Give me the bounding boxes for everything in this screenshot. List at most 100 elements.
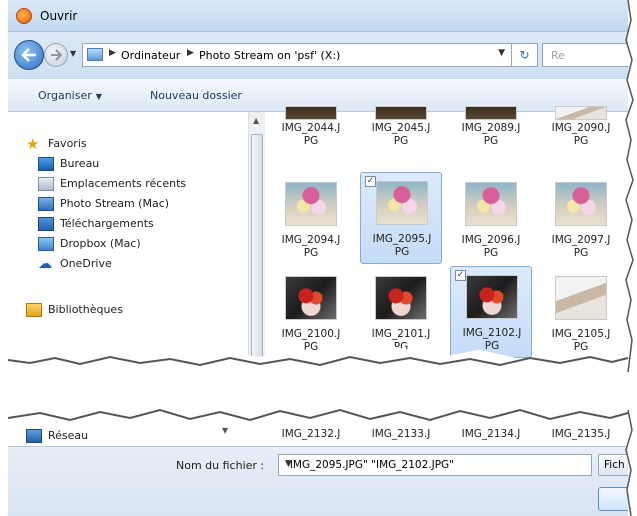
file-name: IMG_2094.J PG [281,234,341,259]
nav-item-label: Téléchargements [60,217,154,230]
file-name-panel: Nom du fichier : "IMG_2095.JPG" "IMG_210… [8,446,628,516]
file-name: IMG_2100.J PG [281,328,341,353]
file-name[interactable]: IMG_2135.J [540,428,622,440]
recent-places-icon [38,177,54,191]
nav-favorites-label: Favoris [48,137,87,150]
address-bar[interactable]: ▶ Ordinateur ▶ Photo Stream on 'psf' (X:… [82,43,512,67]
dialog-top-section: Ouvrir ▼ ▶ Ordinateur ▶ Photo Stream on … [8,0,628,361]
file-grid-bottom-row: IMG_2132.J IMG_2133.J IMG_2134.J IMG_213… [266,428,628,444]
app-icon [16,8,32,24]
refresh-icon: ↻ [519,48,530,62]
file-name: IMG_2045.J PG [371,122,431,147]
file-name[interactable]: IMG_2133.J [360,428,442,440]
nav-libraries-label: Bibliothèques [48,303,123,316]
open-button[interactable] [598,487,628,511]
refresh-button[interactable]: ↻ [512,43,538,67]
network-icon [26,429,42,443]
downloads-icon [38,217,54,231]
file-name: IMG_2102.J PG [462,327,522,352]
file-name: IMG_2089.J PG [461,122,521,147]
file-name-label: Nom du fichier : [176,459,265,472]
file-tile[interactable]: IMG_2105.J PG [540,268,622,360]
file-tile[interactable]: IMG_2094.J PG [270,174,352,266]
file-tile[interactable]: IMG_2089.J PG [450,82,532,174]
file-name[interactable]: IMG_2134.J [450,428,532,440]
cloud-icon: ☁ [38,256,52,272]
star-icon: ★ [26,135,40,153]
file-grid: IMG_2044.J PG IMG_2045.J PG IMG_2089.J PG I… [266,106,628,361]
photo-stream-icon [38,197,54,211]
libraries-icon [26,303,42,317]
nav-item-label: OneDrive [60,257,112,270]
window-title: Ouvrir [40,9,78,23]
address-row: ▼ ▶ Ordinateur ▶ Photo Stream on 'psf' (… [8,32,628,78]
file-name: IMG_2090.J PG [551,122,611,147]
nav-item-label: Dropbox (Mac) [60,237,141,250]
file-name-input[interactable]: "IMG_2095.JPG" "IMG_2102.JPG" ▼ [278,454,592,476]
organize-label: Organiser [38,89,92,102]
file-tile-selected[interactable]: ✓ IMG_2095.J PG [360,172,442,264]
scroll-up-icon[interactable]: ▲ [253,116,259,125]
desktop-icon [38,157,54,171]
checkbox-checked-icon[interactable]: ✓ [455,270,466,281]
file-tile[interactable]: IMG_2044.J PG [270,82,352,174]
file-thumbnail [465,106,517,120]
dropbox-icon [38,237,54,251]
file-name: IMG_2097.J PG [551,234,611,259]
file-thumbnail [376,181,428,225]
nav-item-label: Emplacements récents [60,177,187,190]
arrow-right-icon [51,49,62,61]
scroll-down-icon[interactable]: ▼ [222,426,228,435]
nav-item-label: Photo Stream (Mac) [60,197,170,210]
file-tile[interactable]: IMG_2090.J PG [540,82,622,174]
file-thumbnail [555,106,607,120]
file-name: IMG_2096.J PG [461,234,521,259]
file-thumbnail [555,182,607,226]
file-name[interactable]: IMG_2132.J [270,428,352,440]
breadcrumb-photo-stream[interactable]: Photo Stream on 'psf' (X:) [199,49,340,62]
new-folder-button[interactable]: Nouveau dossier [150,89,242,102]
dialog-bottom-section: Réseau ▼ IMG_2132.J IMG_2133.J IMG_2134.… [8,411,628,516]
file-tile-selected[interactable]: ✓ IMG_2102.J PG [450,266,532,358]
breadcrumb-separator-icon: ▶ [187,48,194,58]
file-thumbnail [466,275,518,319]
file-type-dropdown[interactable]: Fich [598,454,628,476]
file-tile[interactable]: IMG_2100.J PG [270,268,352,360]
file-thumbnail [465,182,517,226]
nav-item-label: Bureau [60,157,100,170]
file-thumbnail [375,106,427,120]
file-thumbnail [375,276,427,320]
file-name: IMG_2095.J PG [372,233,432,258]
file-tile[interactable]: IMG_2045.J PG [360,82,442,174]
checkbox-checked-icon[interactable]: ✓ [365,176,376,187]
organize-button[interactable]: Organiser ▼ [38,89,102,102]
nav-network-label: Réseau [48,429,89,442]
search-input[interactable]: Re [542,43,628,67]
file-tile[interactable]: IMG_2101.J PG [360,268,442,360]
breadcrumb-ordinateur[interactable]: Ordinateur [121,49,180,62]
file-name: IMG_2044.J PG [281,122,341,147]
address-dropdown-icon[interactable]: ▼ [498,48,505,58]
chevron-down-icon[interactable]: ▼ [285,459,585,469]
search-placeholder: Re [551,49,565,62]
file-type-label: Fich [604,459,625,471]
chevron-down-icon: ▼ [95,92,102,101]
file-thumbnail [555,276,607,320]
forward-button[interactable] [44,43,68,67]
title-bar: Ouvrir [8,0,628,32]
computer-icon [87,48,103,61]
scrollbar-thumb[interactable] [251,134,263,361]
file-thumbnail [285,276,337,320]
file-name: IMG_2105.J PG [551,328,611,353]
back-button[interactable] [14,40,44,70]
file-thumbnail [285,106,337,120]
history-dropdown-icon[interactable]: ▼ [70,49,78,59]
file-tile[interactable]: IMG_2097.J PG [540,174,622,266]
file-tile[interactable]: IMG_2096.J PG [450,174,532,266]
arrow-left-icon [21,48,36,62]
navigation-pane: ★ Favoris Bureau Emplacements récents Ph… [8,112,248,361]
navigation-scrollbar[interactable]: ▲ [248,112,265,361]
file-thumbnail [285,182,337,226]
breadcrumb-separator-icon: ▶ [109,48,116,58]
file-name: IMG_2101.J PG [371,328,431,353]
